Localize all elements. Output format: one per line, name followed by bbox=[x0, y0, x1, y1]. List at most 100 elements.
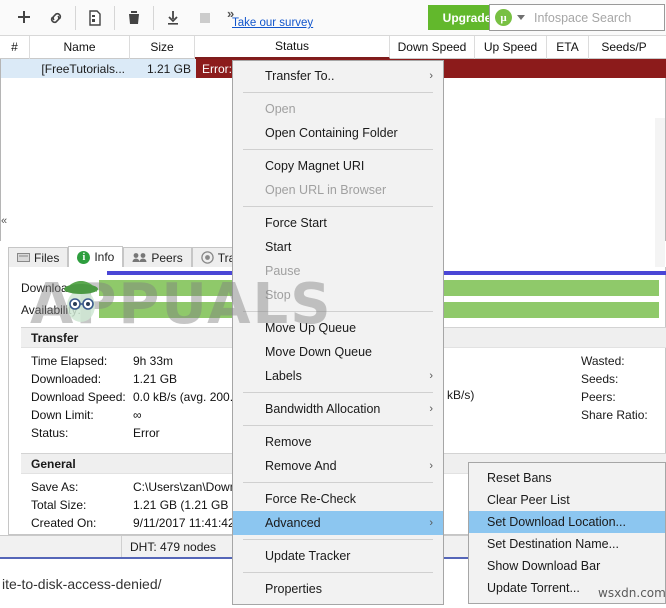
menu-item-remove[interactable]: Remove bbox=[233, 430, 443, 454]
menu-item-label: Advanced bbox=[265, 516, 321, 530]
menu-item-open-containing-folder[interactable]: Open Containing Folder bbox=[233, 121, 443, 145]
menu-item-force-start[interactable]: Force Start bbox=[233, 211, 443, 235]
start-torrent-icon[interactable] bbox=[157, 3, 189, 33]
column-header-seeds-peers[interactable]: Seeds/P bbox=[589, 36, 659, 59]
stop-torrent-icon[interactable] bbox=[189, 3, 221, 33]
menu-item-remove-and[interactable]: Remove And › bbox=[233, 454, 443, 478]
menu-separator bbox=[243, 572, 433, 573]
tab-peers-label: Peers bbox=[151, 250, 183, 265]
tab-info[interactable]: i Info bbox=[68, 246, 124, 267]
torrent-name-cell: [FreeTutorials... bbox=[41, 61, 125, 76]
submenu-item-clear-peer-list[interactable]: Clear Peer List bbox=[469, 489, 665, 511]
menu-separator bbox=[243, 92, 433, 93]
transfer-right-column: Wasted: Seeds: Peers: Share Ratio: bbox=[581, 352, 648, 424]
menu-item-properties[interactable]: Properties bbox=[233, 577, 443, 601]
menu-item-copy-magnet-uri[interactable]: Copy Magnet URI bbox=[233, 154, 443, 178]
column-header-row: # Name Size Status Down Speed Up Speed E… bbox=[0, 35, 666, 59]
main-toolbar: » Take our survey Upgrade µ Infospace Se… bbox=[0, 0, 666, 36]
menu-item-move-up-queue[interactable]: Move Up Queue bbox=[233, 316, 443, 340]
time-elapsed-label: Time Elapsed: bbox=[31, 354, 108, 368]
peers-icon bbox=[132, 252, 147, 263]
menu-item-bandwidth-allocation[interactable]: Bandwidth Allocation › bbox=[233, 397, 443, 421]
tab-files-label: Files bbox=[34, 250, 60, 265]
menu-item-stop: Stop bbox=[265, 288, 291, 302]
column-header-up-speed[interactable]: Up Speed bbox=[475, 35, 547, 59]
info-icon: i bbox=[77, 250, 91, 264]
created-on-label: Created On: bbox=[31, 516, 97, 530]
column-header-status[interactable]: Status bbox=[195, 35, 390, 59]
menu-item-update-tracker[interactable]: Update Tracker bbox=[233, 544, 443, 568]
menu-item-label: Remove And bbox=[265, 459, 337, 473]
save-as-label: Save As: bbox=[31, 480, 79, 494]
submenu-item-set-download-location[interactable]: Set Download Location... bbox=[469, 511, 665, 533]
share-ratio-label: Share Ratio: bbox=[581, 408, 648, 422]
menu-item-open-url-in-browser: Open URL in Browser bbox=[265, 183, 387, 197]
total-size-label: Total Size: bbox=[31, 498, 87, 512]
add-torrent-from-url-icon[interactable] bbox=[40, 3, 72, 33]
submenu-item-reset-bans[interactable]: Reset Bans bbox=[469, 467, 665, 489]
downloaded-bar-label: Downloaded: bbox=[21, 280, 92, 295]
wsxdn-watermark: wsxdn.com bbox=[598, 586, 666, 600]
submenu-item-set-destination-name[interactable]: Set Destination Name... bbox=[469, 533, 665, 555]
availability-bar-label: Availability: bbox=[21, 302, 81, 317]
downloaded-value: 1.21 GB bbox=[133, 372, 178, 386]
toolbar-separator bbox=[114, 5, 115, 30]
toolbar-separator bbox=[153, 5, 154, 30]
menu-item-transfer-to[interactable]: Transfer To.. › bbox=[233, 64, 443, 88]
menu-item-start[interactable]: Start bbox=[233, 235, 443, 259]
menu-item-open: Open bbox=[265, 102, 296, 116]
toolbar-separator bbox=[75, 5, 76, 30]
chevron-right-icon: › bbox=[429, 370, 433, 382]
column-header-size[interactable]: Size bbox=[130, 35, 195, 59]
time-elapsed-value: 9h 33m bbox=[133, 354, 174, 368]
utorrent-window: » Take our survey Upgrade µ Infospace Se… bbox=[0, 0, 666, 608]
remove-torrent-icon[interactable] bbox=[118, 3, 150, 33]
toolbar-icon-group: » bbox=[0, 0, 234, 36]
column-header-num[interactable]: # bbox=[0, 35, 30, 59]
torrent-size-cell: 1.21 GB bbox=[146, 61, 191, 76]
downloaded-label: Downloaded: bbox=[31, 372, 102, 386]
column-header-down-speed[interactable]: Down Speed bbox=[390, 35, 475, 59]
files-icon bbox=[17, 252, 30, 263]
search-box[interactable]: µ Infospace Search bbox=[489, 4, 665, 31]
download-speed-label: Download Speed: bbox=[31, 390, 126, 404]
chevron-down-icon[interactable] bbox=[517, 15, 525, 20]
column-header-name[interactable]: Name bbox=[30, 35, 130, 59]
collapse-panel-icon[interactable]: « bbox=[1, 215, 7, 227]
tab-peers[interactable]: Peers bbox=[123, 247, 192, 267]
create-new-torrent-icon[interactable] bbox=[79, 3, 111, 33]
down-limit-value: ∞ bbox=[133, 408, 142, 422]
down-limit-label: Down Limit: bbox=[31, 408, 94, 422]
browser-url-text[interactable]: ite-to-disk-access-denied/ bbox=[0, 576, 162, 592]
menu-item-pause: Pause bbox=[265, 264, 301, 278]
chevron-right-icon: › bbox=[429, 70, 433, 82]
chevron-right-icon: › bbox=[429, 517, 433, 529]
menu-item-label: Transfer To.. bbox=[265, 69, 335, 83]
advanced-submenu: Reset Bans Clear Peer List Set Download … bbox=[468, 462, 666, 604]
column-header-eta[interactable]: ETA bbox=[547, 35, 589, 59]
take-our-survey-link[interactable]: Take our survey bbox=[232, 17, 313, 29]
menu-separator bbox=[243, 539, 433, 540]
menu-item-label: Bandwidth Allocation bbox=[265, 402, 381, 416]
submenu-item-show-download-bar[interactable]: Show Download Bar bbox=[469, 555, 665, 577]
chevron-right-icon: › bbox=[429, 403, 433, 415]
search-input[interactable]: Infospace Search bbox=[534, 11, 631, 25]
add-torrent-icon[interactable] bbox=[8, 3, 40, 33]
peers-label: Peers: bbox=[581, 390, 616, 404]
wasted-label: Wasted: bbox=[581, 354, 625, 368]
menu-item-force-re-check[interactable]: Force Re-Check bbox=[233, 487, 443, 511]
menu-item-label: Labels bbox=[265, 369, 302, 383]
menu-separator bbox=[243, 425, 433, 426]
menu-item-move-down-queue[interactable]: Move Down Queue bbox=[233, 340, 443, 364]
chevron-right-icon: › bbox=[429, 460, 433, 472]
menu-separator bbox=[243, 482, 433, 483]
menu-item-labels[interactable]: Labels › bbox=[233, 364, 443, 388]
menu-separator bbox=[243, 149, 433, 150]
status-value: Error bbox=[133, 426, 160, 440]
utorrent-logo-icon: µ bbox=[495, 9, 512, 26]
status-label: Status: bbox=[31, 426, 69, 440]
tab-files[interactable]: Files bbox=[8, 247, 69, 267]
menu-item-advanced[interactable]: Advanced › bbox=[233, 511, 443, 535]
status-bar-left bbox=[0, 535, 122, 558]
tab-info-label: Info bbox=[94, 250, 115, 264]
